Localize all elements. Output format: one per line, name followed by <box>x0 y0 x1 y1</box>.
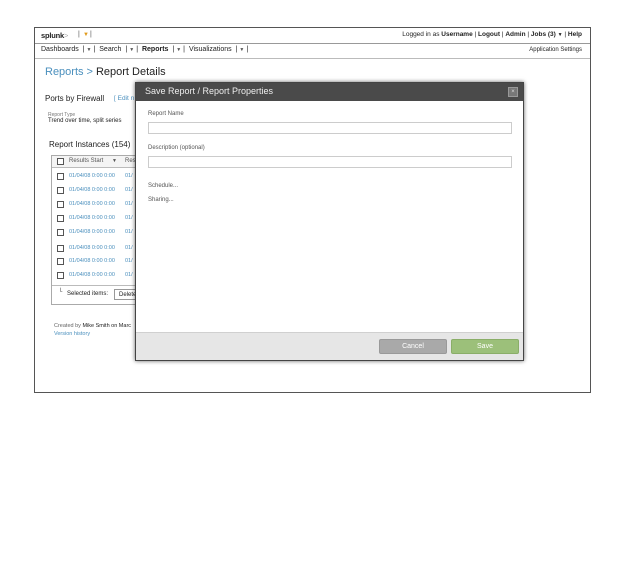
select-all-checkbox[interactable] <box>57 158 64 165</box>
sort-caret-icon[interactable]: ▼ <box>112 158 117 164</box>
results-start-link[interactable]: 01/04/08 0:00 0:00 <box>69 272 115 278</box>
row-checkbox[interactable] <box>57 173 64 180</box>
application-settings-link[interactable]: Application Settings <box>529 47 582 53</box>
nav-visualizations[interactable]: Visualizations <box>189 46 232 53</box>
row-checkbox[interactable] <box>57 258 64 265</box>
divider: | <box>90 31 92 38</box>
results-link[interactable]: 01/ <box>125 272 133 278</box>
dialog-footer: Cancel Save <box>136 332 523 360</box>
report-instances-title: Report Instances (154) <box>49 140 131 149</box>
results-start-link[interactable]: 01/04/08 0:00 0:00 <box>69 201 115 207</box>
report-type-value: Trend over time, split series <box>48 118 122 124</box>
corner-arrow-icon: └ <box>58 289 63 295</box>
dialog-title: Save Report / Report Properties <box>145 86 274 96</box>
page-title: Report Details <box>95 66 166 78</box>
cancel-button[interactable]: Cancel <box>379 339 447 354</box>
nav-bar: Dashboards | ▼ | Search | ▼ | Reports | ▼ | Vi… <box>35 44 590 59</box>
results-start-link[interactable]: 01/04/08 0:00 0:00 <box>69 215 115 221</box>
description-input[interactable] <box>148 156 512 168</box>
app-menu-caret-icon[interactable]: ▼ <box>83 32 89 38</box>
sharing-link[interactable]: Sharing... <box>148 197 174 203</box>
results-link[interactable]: 01/ <box>125 187 133 193</box>
nav-dashboards[interactable]: Dashboards <box>41 46 79 53</box>
results-link[interactable]: 01/ <box>125 173 133 179</box>
results-link[interactable]: 01/ <box>125 245 133 251</box>
row-checkbox[interactable] <box>57 272 64 279</box>
row-checkbox[interactable] <box>57 229 64 236</box>
results-start-link[interactable]: 01/04/08 0:00 0:00 <box>69 258 115 264</box>
top-bar: splunk> | ▼ | Logged in as Username | Lo… <box>35 28 590 44</box>
breadcrumb: Reports > Report Details <box>45 66 166 78</box>
dialog-header: Save Report / Report Properties × <box>136 83 523 101</box>
description-label: Description (optional) <box>148 145 205 151</box>
breadcrumb-reports[interactable]: Reports <box>45 66 84 78</box>
results-start-link[interactable]: 01/04/08 0:00 0:00 <box>69 245 115 251</box>
results-start-link[interactable]: 01/04/08 0:00 0:00 <box>69 187 115 193</box>
save-report-dialog: Save Report / Report Properties × Report… <box>135 82 524 361</box>
row-checkbox[interactable] <box>57 201 64 208</box>
nav-reports[interactable]: Reports <box>142 46 168 53</box>
jobs-caret-icon[interactable]: ▼ <box>558 32 563 38</box>
logout-link[interactable]: Logout <box>478 31 500 38</box>
row-checkbox[interactable] <box>57 245 64 252</box>
row-checkbox[interactable] <box>57 187 64 194</box>
results-start-link[interactable]: 01/04/08 0:00 0:00 <box>69 173 115 179</box>
results-link[interactable]: 01/ <box>125 201 133 207</box>
user-bar: Logged in as Username | Logout | Admin |… <box>402 31 582 38</box>
results-link[interactable]: 01/ <box>125 215 133 221</box>
results-start-link[interactable]: 01/04/08 0:00 0:00 <box>69 229 115 235</box>
report-name-label: Report Name <box>148 111 184 117</box>
version-history-link[interactable]: Version history <box>54 331 90 337</box>
close-icon[interactable]: × <box>508 87 518 97</box>
dashboards-caret-icon[interactable]: ▼ <box>87 47 92 53</box>
column-header-results-start[interactable]: Results Start <box>69 158 103 164</box>
save-button[interactable]: Save <box>451 339 519 354</box>
username[interactable]: Username <box>441 31 472 38</box>
report-name-input[interactable] <box>148 122 512 134</box>
visualizations-caret-icon[interactable]: ▼ <box>239 47 244 53</box>
splunk-logo[interactable]: splunk> <box>41 31 68 40</box>
selected-items-label: Selected items: <box>67 291 109 297</box>
jobs-link[interactable]: Jobs (3) <box>531 31 556 38</box>
edit-link[interactable]: [ Edit n <box>114 95 134 102</box>
admin-link[interactable]: Admin <box>505 31 525 38</box>
divider: | <box>78 31 80 38</box>
results-link[interactable]: 01/ <box>125 258 133 264</box>
nav-search[interactable]: Search <box>99 46 121 53</box>
row-checkbox[interactable] <box>57 215 64 222</box>
search-caret-icon[interactable]: ▼ <box>129 47 134 53</box>
schedule-link[interactable]: Schedule... <box>148 183 178 189</box>
report-name: Ports by Firewall <box>45 94 105 103</box>
help-link[interactable]: Help <box>568 31 582 38</box>
results-link[interactable]: 01/ <box>125 229 133 235</box>
logged-in-text: Logged in as <box>402 31 440 38</box>
reports-caret-icon[interactable]: ▼ <box>176 47 181 53</box>
breadcrumb-separator: > <box>86 66 93 78</box>
created-by: Created by Mike Smith on Marc <box>54 323 132 329</box>
